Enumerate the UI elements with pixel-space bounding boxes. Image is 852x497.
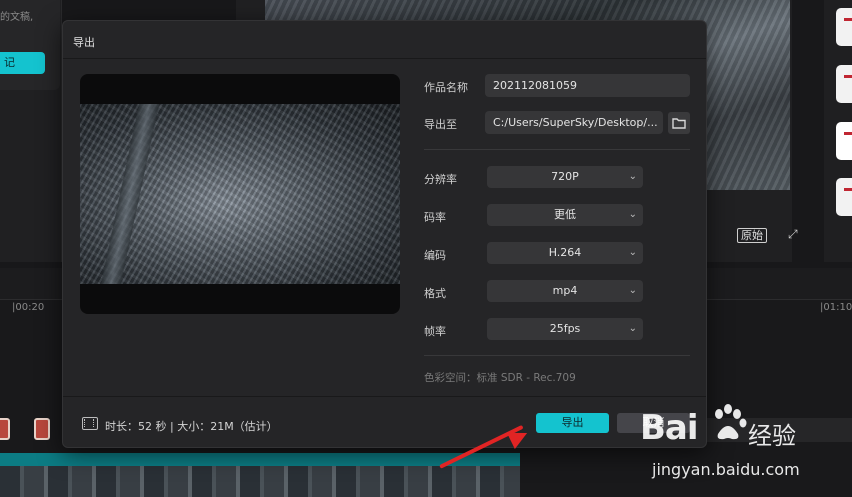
left-panel-card: 的文稿, 记 [0, 0, 60, 90]
framerate-label: 帧率 [424, 325, 446, 338]
sticker-thumb[interactable] [836, 65, 852, 103]
sticker-thumb[interactable] [836, 8, 852, 46]
sticker-thumb[interactable] [836, 122, 852, 160]
resolution-select[interactable]: 720P ⌄ [487, 166, 643, 188]
bitrate-label: 码率 [424, 211, 446, 224]
browse-folder-button[interactable] [668, 112, 690, 134]
video-track-thumbnails [0, 466, 520, 497]
original-ratio-button[interactable]: 原始 [737, 228, 767, 243]
export-preview [80, 74, 400, 314]
watermark-brand-cn: 经验 [748, 422, 796, 450]
folder-icon [672, 118, 686, 129]
resolution-value: 720P [551, 170, 579, 183]
timeline-tick: |00:20 [12, 302, 45, 313]
resolution-label: 分辨率 [424, 173, 457, 186]
timeline-tick: |01:10 [820, 302, 852, 313]
divider [424, 149, 690, 150]
chevron-down-icon: ⌄ [628, 171, 637, 182]
codec-value: H.264 [548, 246, 582, 259]
dialog-header: 导出 [63, 21, 706, 59]
codec-select[interactable]: H.264 ⌄ [487, 242, 643, 264]
clip-marker-icon[interactable] [34, 418, 50, 440]
framerate-value: 25fps [549, 322, 581, 335]
format-value: mp4 [552, 284, 578, 297]
dialog-title: 导出 [73, 36, 95, 49]
framerate-select[interactable]: 25fps ⌄ [487, 318, 643, 340]
color-space-info: 色彩空间：标准 SDR - Rec.709 [424, 372, 576, 384]
export-to-label: 导出至 [424, 118, 457, 131]
baidu-watermark: Bai 经验 jingyan.baidu.com [640, 402, 810, 492]
divider [424, 355, 690, 356]
film-icon [82, 417, 98, 430]
name-label: 作品名称 [424, 81, 468, 94]
sticker-thumb[interactable] [836, 178, 852, 216]
chevron-down-icon: ⌄ [628, 285, 637, 296]
format-label: 格式 [424, 287, 446, 300]
name-input[interactable]: 202112081059 [485, 74, 690, 97]
fullscreen-icon[interactable]: ⤢ [788, 228, 800, 240]
export-path-input[interactable]: C:/Users/SuperSky/Desktop/... [485, 111, 663, 134]
chevron-down-icon: ⌄ [628, 209, 637, 220]
duration-size-info: 时长：52 秒 | 大小：21M（估计） [105, 420, 278, 433]
preview-frame [80, 104, 400, 284]
baidu-paw-icon [715, 404, 747, 440]
left-panel-text: 的文稿, [0, 12, 34, 23]
export-button[interactable]: 导出 [536, 413, 609, 433]
codec-label: 编码 [424, 249, 446, 262]
clip-marker-icon[interactable] [0, 418, 10, 440]
watermark-url: jingyan.baidu.com [652, 460, 800, 479]
bitrate-value: 更低 [554, 208, 576, 221]
format-select[interactable]: mp4 ⌄ [487, 280, 643, 302]
chevron-down-icon: ⌄ [628, 247, 637, 258]
watermark-brand: Bai [640, 408, 699, 448]
chevron-down-icon: ⌄ [628, 323, 637, 334]
export-dialog: 导出 作品名称 202112081059 导出至 C:/Users/SuperS… [62, 20, 707, 448]
editor-window: 的文稿, 记 原始 ⤢ |00:20 |01:10 导出 作品名称 202112… [0, 0, 852, 497]
bitrate-select[interactable]: 更低 ⌄ [487, 204, 643, 226]
left-panel-button[interactable]: 记 [0, 52, 45, 74]
